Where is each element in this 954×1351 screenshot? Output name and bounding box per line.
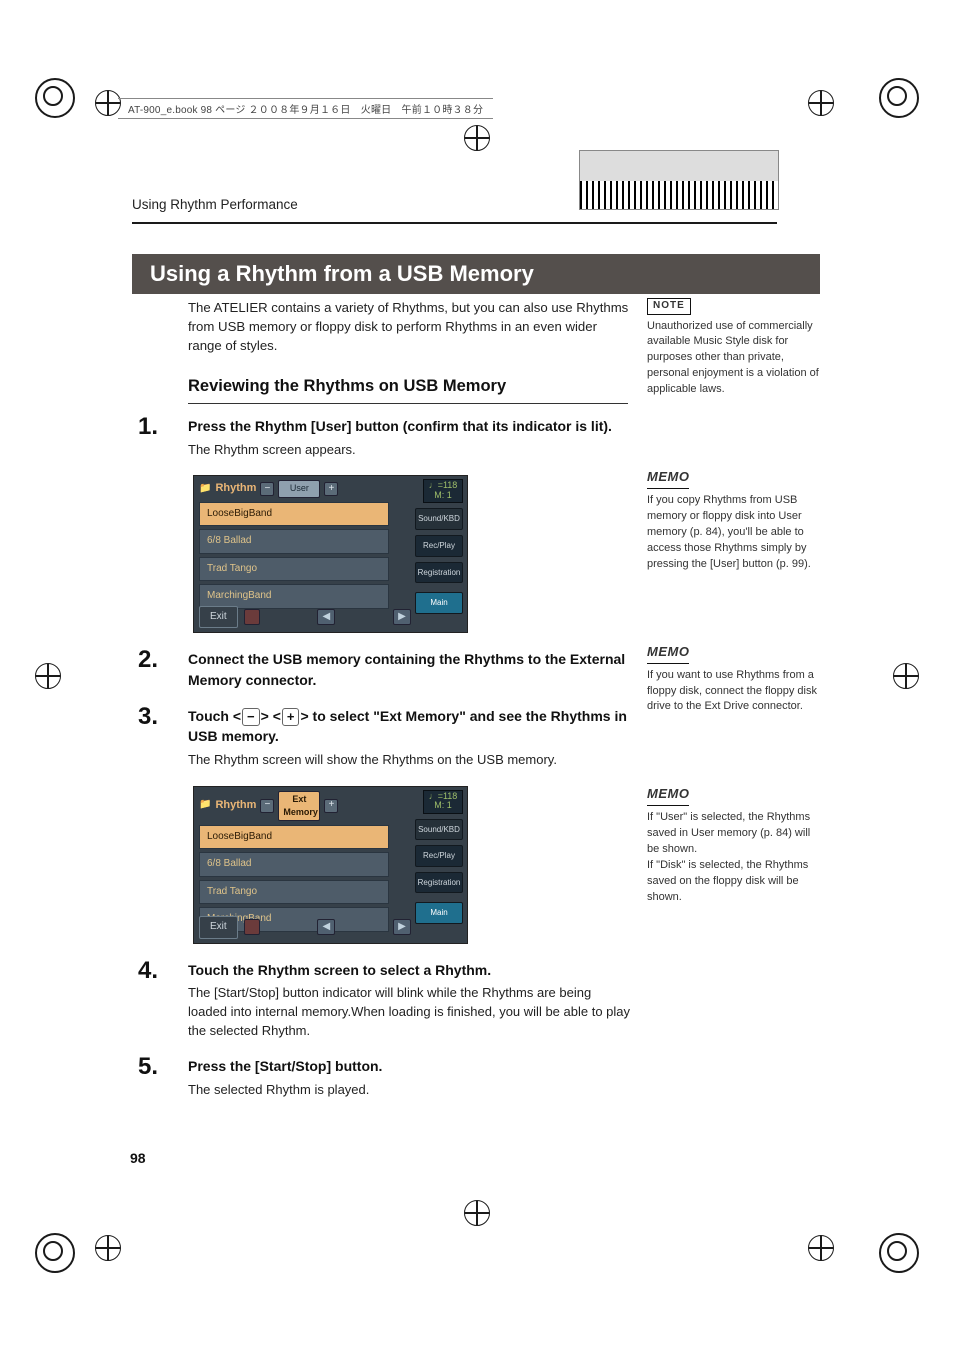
note-label: NOTE bbox=[647, 298, 691, 315]
step-1: 1. Press the Rhythm [User] button (confi… bbox=[188, 416, 633, 459]
list-item[interactable]: LooseBigBand bbox=[199, 825, 389, 850]
step-head: Connect the USB memory containing the Rh… bbox=[188, 649, 633, 690]
memo-block-3: MEMO If "User" is selected, the Rhythms … bbox=[647, 785, 822, 905]
step-2: 2. Connect the USB memory containing the… bbox=[188, 649, 633, 690]
step-head: Press the Rhythm [User] button (confirm … bbox=[188, 416, 633, 436]
sound-kbd-button[interactable]: Sound/KBD bbox=[415, 508, 463, 530]
step-number: 5. bbox=[138, 1050, 158, 1085]
register-mark bbox=[879, 78, 919, 118]
list-item[interactable]: 6/8 Ballad bbox=[199, 529, 389, 554]
running-header: Using Rhythm Performance bbox=[132, 197, 298, 212]
rhythm-screen-ext: 📁 Rhythm − Ext Memory + P.1/1 ♩=118M: 1 … bbox=[193, 786, 468, 944]
crop-mark bbox=[808, 1235, 834, 1261]
step-number: 3. bbox=[138, 700, 158, 735]
running-header-rule bbox=[132, 222, 777, 224]
exit-button[interactable]: Exit bbox=[199, 916, 238, 939]
list-item[interactable]: MarchingBand bbox=[199, 584, 389, 609]
folder-icon: 📁 bbox=[199, 798, 211, 813]
minus-icon[interactable]: − bbox=[260, 799, 274, 813]
tempo-box: ♩=118M: 1 bbox=[423, 790, 463, 814]
list-item[interactable]: LooseBigBand bbox=[199, 502, 389, 527]
rhythm-screen-user: 📁 Rhythm − User + P.1/1 ♩=118M: 1 LooseB… bbox=[193, 475, 468, 633]
step-4: 4. Touch the Rhythm screen to select a R… bbox=[188, 960, 633, 1041]
section-title: Using a Rhythm from a USB Memory bbox=[132, 254, 820, 294]
stop-icon[interactable] bbox=[244, 609, 260, 625]
crop-mark bbox=[464, 125, 490, 151]
center-chip-ext[interactable]: Ext Memory bbox=[278, 791, 320, 821]
memo-block-1: MEMO If you copy Rhythms from USB memory… bbox=[647, 468, 822, 573]
step-number: 4. bbox=[138, 954, 158, 989]
next-arrow-icon[interactable]: ▶ bbox=[393, 919, 411, 935]
note-text: Unauthorized use of commercially availab… bbox=[647, 319, 822, 399]
registration-button[interactable]: Registration bbox=[415, 872, 463, 894]
plus-icon: + bbox=[282, 708, 300, 726]
list-item[interactable]: Trad Tango bbox=[199, 557, 389, 582]
minus-icon[interactable]: − bbox=[260, 482, 274, 496]
plus-icon[interactable]: + bbox=[324, 799, 338, 813]
registration-button[interactable]: Registration bbox=[415, 562, 463, 584]
stop-icon[interactable] bbox=[244, 919, 260, 935]
step-body: The Rhythm screen will show the Rhythms … bbox=[188, 751, 633, 770]
center-chip-user[interactable]: User bbox=[278, 480, 320, 497]
step-body: The [Start/Stop] button indicator will b… bbox=[188, 984, 633, 1041]
main-button[interactable]: Main bbox=[415, 592, 463, 614]
list-item[interactable]: Trad Tango bbox=[199, 880, 389, 905]
step-head: Touch <−> <+> to select "Ext Memory" and… bbox=[188, 706, 633, 747]
step-number: 2. bbox=[138, 643, 158, 678]
memo-label: MEMO bbox=[647, 785, 689, 806]
subsection-rule bbox=[188, 403, 628, 404]
plus-icon[interactable]: + bbox=[324, 482, 338, 496]
crop-mark bbox=[464, 1200, 490, 1226]
tempo-box: ♩=118M: 1 bbox=[423, 479, 463, 503]
prev-arrow-icon[interactable]: ◀ bbox=[317, 919, 335, 935]
step-3: 3. Touch <−> <+> to select "Ext Memory" … bbox=[188, 706, 633, 769]
register-mark bbox=[879, 1233, 919, 1273]
book-meta: AT-900_e.book 98 ページ ２００８年９月１６日 火曜日 午前１０… bbox=[118, 98, 493, 119]
memo-label: MEMO bbox=[647, 468, 689, 489]
step-5: 5. Press the [Start/Stop] button. The se… bbox=[188, 1056, 633, 1099]
memo-label: MEMO bbox=[647, 643, 689, 664]
prev-arrow-icon[interactable]: ◀ bbox=[317, 609, 335, 625]
rec-play-button[interactable]: Rec/Play bbox=[415, 845, 463, 867]
main-button[interactable]: Main bbox=[415, 902, 463, 924]
minus-icon: − bbox=[242, 708, 260, 726]
step-head: Press the [Start/Stop] button. bbox=[188, 1056, 633, 1076]
memo-block-2: MEMO If you want to use Rhythms from a f… bbox=[647, 643, 822, 716]
list-item[interactable]: 6/8 Ballad bbox=[199, 852, 389, 877]
step-body: The selected Rhythm is played. bbox=[188, 1081, 633, 1100]
next-arrow-icon[interactable]: ▶ bbox=[393, 609, 411, 625]
keyboard-illustration bbox=[579, 150, 779, 210]
step-head: Touch the Rhythm screen to select a Rhyt… bbox=[188, 960, 633, 980]
memo-text: If you want to use Rhythms from a floppy… bbox=[647, 668, 822, 716]
memo-text: If you copy Rhythms from USB memory or f… bbox=[647, 493, 822, 573]
step-number: 1. bbox=[138, 410, 158, 445]
rec-play-button[interactable]: Rec/Play bbox=[415, 535, 463, 557]
folder-icon: 📁 bbox=[199, 482, 211, 497]
crop-mark bbox=[35, 663, 61, 689]
exit-button[interactable]: Exit bbox=[199, 606, 238, 629]
intro-paragraph: The ATELIER contains a variety of Rhythm… bbox=[188, 298, 633, 355]
note-block: NOTE Unauthorized use of commercially av… bbox=[647, 298, 822, 398]
rhythm-screen-title: Rhythm bbox=[215, 798, 256, 814]
register-mark bbox=[35, 1233, 75, 1273]
sound-kbd-button[interactable]: Sound/KBD bbox=[415, 819, 463, 841]
step-body: The Rhythm screen appears. bbox=[188, 441, 633, 460]
register-mark bbox=[35, 78, 75, 118]
page-number: 98 bbox=[130, 1150, 146, 1166]
crop-mark bbox=[893, 663, 919, 689]
memo-text: If "User" is selected, the Rhythms saved… bbox=[647, 810, 822, 906]
crop-mark bbox=[95, 1235, 121, 1261]
crop-mark bbox=[808, 90, 834, 116]
subsection-heading: Reviewing the Rhythms on USB Memory bbox=[188, 375, 633, 399]
rhythm-screen-title: Rhythm bbox=[215, 481, 256, 497]
